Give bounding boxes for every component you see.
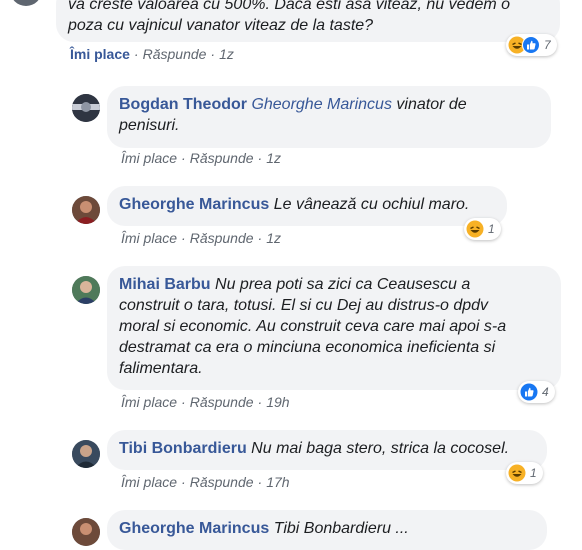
comment-text-line: falimentara. [119, 360, 203, 377]
timestamp[interactable]: 1z [266, 230, 281, 246]
comment-text-line: moral si economic. Au construit ceva car… [119, 318, 507, 335]
like-link[interactable]: Îmi place [121, 230, 177, 246]
like-link[interactable]: Îmi place [121, 150, 177, 166]
comment-bubble: Bogdan Theodor Gheorghe Marincus vinator… [107, 86, 551, 148]
separator: · [210, 46, 216, 62]
separator: · [181, 150, 186, 166]
comment-author[interactable]: Mihai Barbu [119, 276, 211, 293]
comment-author[interactable]: Bogdan Theodor [119, 96, 247, 113]
separator: · [181, 474, 186, 490]
reaction-summary[interactable]: 1 [506, 462, 543, 484]
comment-text-line: poza cu vajnicul vanator viteaz de la ta… [68, 17, 374, 34]
timestamp[interactable]: 19h [266, 394, 289, 410]
reply-link[interactable]: Răspunde [190, 474, 254, 490]
comment-bubble: Tibi Bonbardieru Nu mai baga stero, stri… [107, 430, 547, 470]
reply-link[interactable]: Răspunde [143, 46, 207, 62]
comment-text-line: va creste valoarea cu 500%. Daca esti as… [68, 0, 511, 13]
reaction-summary[interactable]: 4 [518, 381, 555, 403]
separator: · [257, 474, 263, 490]
reply-link[interactable]: Răspunde [190, 394, 254, 410]
comment-text-line: destramat ca era o minciuna economica in… [119, 339, 496, 356]
comment-text: vinator de [396, 96, 467, 113]
reply-link[interactable]: Răspunde [190, 150, 254, 166]
reaction-count: 7 [544, 38, 551, 52]
like-link[interactable]: Îmi place [70, 46, 130, 62]
separator: · [257, 150, 263, 166]
comment-text: Tibi Bonbardieru ... [273, 520, 409, 537]
avatar[interactable] [72, 196, 100, 224]
comment-author[interactable]: Gheorghe Marincus [119, 196, 269, 213]
timestamp[interactable]: 17h [266, 474, 289, 490]
avatar[interactable] [72, 440, 100, 468]
avatar[interactable] [72, 276, 100, 304]
reaction-count: 4 [542, 385, 549, 399]
avatar[interactable] [10, 0, 42, 6]
comment-bubble: va creste valoarea cu 500%. Daca esti as… [56, 0, 560, 42]
mention-link[interactable]: Gheorghe Marincus [251, 96, 392, 113]
like-link[interactable]: Îmi place [121, 394, 177, 410]
separator: · [181, 394, 186, 410]
separator: · [133, 46, 139, 62]
separator: · [257, 394, 263, 410]
reaction-summary[interactable]: 1 [464, 218, 501, 240]
timestamp[interactable]: 1z [266, 150, 281, 166]
comment-actions: Îmi place · Răspunde · 1z [121, 230, 281, 246]
comment-bubble: Mihai Barbu Nu prea poti sa zici ca Ceau… [107, 266, 561, 390]
comment-actions: Îmi place · Răspunde · 1z [70, 46, 234, 62]
like-icon [520, 383, 538, 401]
reaction-count: 1 [488, 222, 495, 236]
comment-text: Nu prea poti sa zici ca Ceausescu a [215, 276, 471, 293]
reaction-count: 1 [530, 466, 537, 480]
separator: · [181, 230, 186, 246]
comment-actions: Îmi place · Răspunde · 19h [121, 394, 290, 410]
comment-author[interactable]: Gheorghe Marincus [119, 520, 269, 537]
comment-bubble: Gheorghe Marincus Le vânează cu ochiul m… [107, 186, 507, 226]
reply-link[interactable]: Răspunde [190, 230, 254, 246]
avatar[interactable] [72, 518, 100, 546]
comment-actions: Îmi place · Răspunde · 17h [121, 474, 290, 490]
comment-text: Nu mai baga stero, strica la cocosel. [251, 440, 510, 457]
haha-icon [466, 220, 484, 238]
haha-icon [508, 464, 526, 482]
comment-actions: Îmi place · Răspunde · 1z [121, 150, 281, 166]
comment-bubble: Gheorghe Marincus Tibi Bonbardieru ... [107, 510, 547, 550]
like-link[interactable]: Îmi place [121, 474, 177, 490]
reaction-summary[interactable]: 7 [506, 34, 557, 56]
comment-author[interactable]: Tibi Bonbardieru [119, 440, 247, 457]
comment-text: Le vânează cu ochiul maro. [273, 196, 470, 213]
separator: · [257, 230, 263, 246]
like-icon [522, 36, 540, 54]
avatar[interactable] [72, 94, 100, 122]
timestamp[interactable]: 1z [219, 46, 234, 62]
comment-text-line: penisuri. [119, 117, 180, 134]
comment-text-line: construit o tara, totusi. El si cu Dej a… [119, 297, 489, 314]
